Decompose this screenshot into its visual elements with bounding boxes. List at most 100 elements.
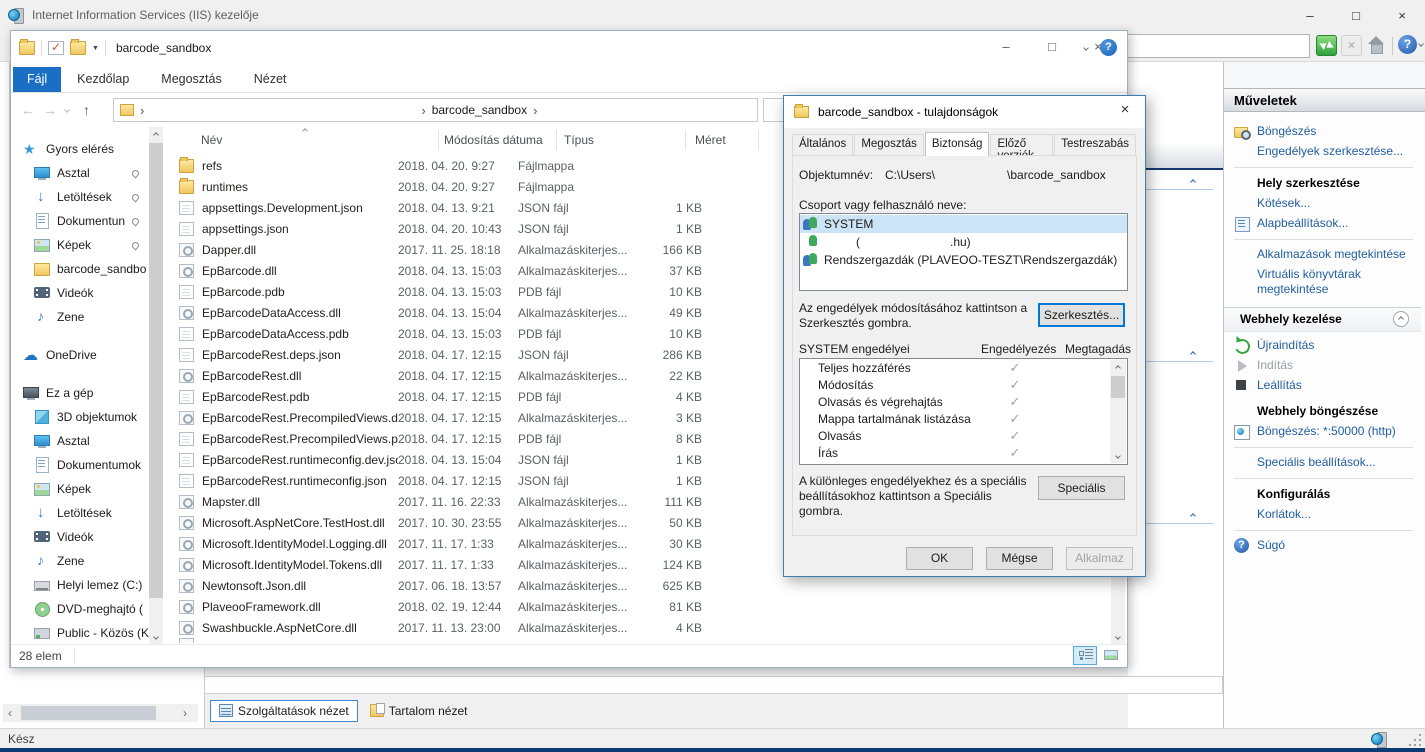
scrollbar-thumb[interactable] (149, 143, 163, 598)
file-row[interactable]: PlaveooFramework.dll 2018. 02. 19. 12:44… (163, 596, 1111, 617)
dialog-tab[interactable]: Előző verziók (990, 134, 1053, 156)
cancel-button[interactable]: Mégse (986, 547, 1053, 570)
action-item[interactable]: Leállítás (1234, 376, 1421, 396)
help-dropdown-icon[interactable] (1418, 41, 1424, 47)
sidebar-item[interactable]: barcode_sandbo (11, 257, 149, 281)
action-item[interactable]: Engedélyek szerkesztése... (1234, 142, 1421, 162)
sidebar-item[interactable]: Public - Közös (K (11, 621, 149, 644)
sidebar-item[interactable]: Képek (11, 233, 149, 257)
connections-horizontal-scrollbar[interactable]: ‹ › (3, 704, 198, 722)
action-item[interactable] (1234, 447, 1413, 448)
iis-minimize-button[interactable]: – (1287, 0, 1333, 30)
home-icon[interactable] (1366, 35, 1387, 56)
action-item[interactable] (1234, 530, 1413, 531)
breadcrumb-separator[interactable]: › (140, 103, 144, 118)
permission-row[interactable]: Teljes hozzáférés (800, 359, 1127, 376)
scrollbar-thumb[interactable] (1111, 376, 1125, 398)
minimize-ribbon-icon[interactable] (1083, 45, 1089, 51)
action-item[interactable]: Súgó (1234, 536, 1421, 556)
group-row-system[interactable]: SYSTEM (800, 215, 1127, 233)
sidebar-item[interactable]: OneDrive (11, 343, 149, 367)
tab-services-view[interactable]: Szolgáltatások nézet (210, 700, 358, 722)
action-item[interactable]: Kötések... (1234, 194, 1421, 214)
scroll-down-icon[interactable] (1111, 629, 1125, 644)
sidebar-item[interactable]: DVD-meghajtó ( (11, 597, 149, 621)
action-item[interactable]: Konfigurálás (1234, 485, 1421, 505)
action-item[interactable]: Indítás (1234, 356, 1421, 376)
file-row[interactable]: Newtonsoft.Json.dll 2017. 06. 18. 13:57 … (163, 575, 1111, 596)
scroll-down-icon[interactable] (1110, 448, 1126, 463)
action-item[interactable]: Újraindítás (1234, 336, 1421, 356)
sidebar-item[interactable]: Asztal (11, 161, 149, 185)
dialog-tab[interactable]: Megosztás (854, 134, 924, 156)
refresh-icon[interactable] (1316, 35, 1337, 56)
sidebar-item[interactable]: Letöltések (11, 501, 149, 525)
sidebar-scrollbar[interactable] (149, 127, 163, 644)
action-item[interactable] (1234, 478, 1413, 479)
permission-row[interactable]: Olvasás (800, 427, 1127, 444)
dialog-tab[interactable]: Biztonság (925, 132, 990, 156)
sidebar-item[interactable]: Asztal (11, 429, 149, 453)
sidebar-item[interactable]: Gyors elérés (11, 137, 149, 161)
ribbon-tab[interactable]: Kezdőlap (61, 67, 145, 92)
sidebar-item[interactable]: Képek (11, 477, 149, 501)
explorer-minimize-button[interactable]: – (983, 31, 1029, 61)
thumbnails-view-button[interactable] (1099, 646, 1123, 665)
sidebar-item[interactable]: Videók (11, 525, 149, 549)
column-header-type[interactable]: Típus (564, 133, 594, 147)
sidebar-item[interactable]: Ez a gép (11, 381, 149, 405)
edit-button[interactable]: Szerkesztés... (1038, 303, 1125, 327)
action-item[interactable]: Speciális beállítások... (1234, 453, 1421, 473)
dialog-tab[interactable]: Testreszabás (1054, 134, 1136, 156)
breadcrumb-separator[interactable]: › (421, 103, 425, 118)
customize-qat-icon[interactable]: ▼ (92, 45, 99, 52)
ribbon-tab[interactable]: Megosztás (145, 67, 237, 92)
action-item[interactable]: Böngészés (1234, 122, 1421, 142)
collapse-section-icon[interactable] (1393, 311, 1409, 327)
forward-icon[interactable]: → (43, 102, 57, 118)
help-icon[interactable]: ? (1398, 35, 1417, 54)
dialog-close-icon[interactable]: × (1105, 96, 1145, 124)
up-icon[interactable]: ↑ (83, 102, 90, 118)
ribbon-tab[interactable]: Nézet (238, 67, 303, 92)
details-view-button[interactable] (1073, 646, 1097, 665)
permission-row[interactable]: Olvasás és végrehajtás (800, 393, 1127, 410)
permission-row[interactable]: Írás (800, 444, 1127, 461)
advanced-button[interactable]: Speciális (1038, 476, 1125, 500)
action-item[interactable]: Alapbeállítások... (1234, 214, 1421, 234)
column-header-name[interactable]: Név (201, 133, 222, 147)
column-header-date[interactable]: Módosítás dátuma (444, 133, 543, 147)
permissions-scrollbar[interactable] (1110, 360, 1126, 463)
scroll-right-icon[interactable]: › (178, 706, 192, 720)
group-row-user[interactable]: ( .hu) (800, 233, 1127, 251)
properties-icon[interactable] (48, 41, 64, 55)
sidebar-item[interactable]: Dokumentumok (11, 453, 149, 477)
sidebar-item[interactable]: Dokumentun (11, 209, 149, 233)
action-item[interactable] (1234, 239, 1413, 240)
iis-maximize-button[interactable]: □ (1333, 0, 1379, 30)
permission-row[interactable]: Módosítás (800, 376, 1127, 393)
ribbon-tab[interactable]: Fájl (13, 67, 61, 92)
action-item[interactable]: Webhely kezelése (1224, 307, 1421, 332)
scrollbar-thumb[interactable] (21, 706, 156, 720)
breadcrumb-current-folder[interactable]: barcode_sandbox (432, 103, 527, 117)
permission-row[interactable]: Mappa tartalmának listázása (800, 410, 1127, 427)
new-folder-icon[interactable] (70, 41, 86, 55)
recent-locations-icon[interactable] (64, 107, 70, 113)
scroll-down-icon[interactable] (149, 629, 163, 644)
breadcrumb-separator[interactable]: › (533, 103, 537, 118)
sidebar-item[interactable]: Zene (11, 549, 149, 573)
explorer-help-icon[interactable]: ? (1100, 39, 1117, 56)
group-row-admins[interactable]: Rendszergazdák (PLAVEOO-TESZT\Rendszerga… (800, 251, 1127, 269)
scroll-left-icon[interactable]: ‹ (3, 706, 17, 720)
breadcrumb[interactable]: › › barcode_sandbox › (113, 98, 758, 122)
action-item[interactable]: Böngészés: *:50000 (http) (1234, 422, 1421, 442)
action-item[interactable]: Webhely böngészése (1234, 402, 1421, 422)
tab-content-view[interactable]: Tartalom nézet (362, 701, 476, 721)
file-row[interactable]: Swashbuckle.AspNetCore.dll 2017. 11. 13.… (163, 617, 1111, 638)
explorer-maximize-button[interactable]: □ (1029, 31, 1075, 61)
scroll-up-icon[interactable] (1110, 360, 1126, 375)
dialog-tab[interactable]: Általános (792, 134, 853, 156)
action-item[interactable] (1234, 167, 1413, 168)
sidebar-item[interactable]: Videók (11, 281, 149, 305)
